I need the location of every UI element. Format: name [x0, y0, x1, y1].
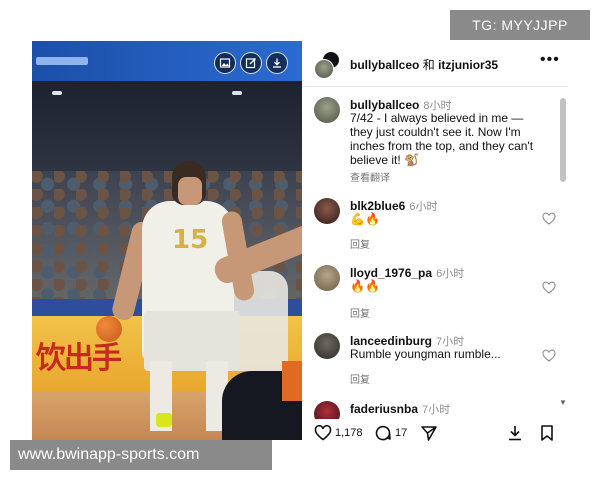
more-options-icon[interactable]: ••• — [540, 51, 560, 69]
player-face — [178, 177, 202, 205]
like-heart-icon[interactable] — [542, 212, 556, 226]
jersey-number: 15 — [172, 225, 209, 255]
watermark-top: TG: MYYJJPP — [450, 10, 590, 40]
author-username[interactable]: bullyballceo — [350, 58, 419, 72]
comment-button[interactable]: 17 — [374, 424, 407, 442]
comment-username-text[interactable]: blk2blue6 — [350, 199, 405, 213]
edit-icon[interactable] — [240, 52, 262, 74]
like-heart-icon[interactable] — [542, 349, 556, 363]
comment-text: 7/42 - I always believed in me — they ju… — [350, 111, 534, 167]
comment-text: Rumble youngman rumble... — [350, 347, 501, 361]
comments-panel: bullyballceo 和 itzjunior35 ••• bullyball… — [302, 41, 568, 440]
bookmark-icon — [541, 425, 553, 441]
share-button[interactable] — [420, 424, 441, 442]
comment-username-text[interactable]: faderiusnba — [350, 402, 418, 416]
coauthor-username[interactable]: itzjunior35 — [438, 58, 498, 72]
reply-link[interactable]: 回复 — [350, 371, 370, 386]
comment-username[interactable]: faderiusnba 7小时 — [350, 401, 450, 417]
reply-link[interactable]: 回复 — [350, 305, 370, 320]
download-button[interactable] — [506, 424, 527, 442]
like-count: 1,178 — [335, 427, 363, 439]
send-icon — [421, 426, 437, 441]
player-shoe — [156, 413, 172, 427]
post-header: bullyballceo 和 itzjunior35 ••• — [302, 41, 568, 87]
like-button[interactable]: 1,178 — [314, 424, 363, 442]
see-translation-link[interactable]: 查看翻译 — [350, 169, 390, 184]
author-connector: 和 — [422, 58, 435, 72]
post-authors[interactable]: bullyballceo 和 itzjunior35 — [350, 56, 498, 73]
watermark-bottom: www.bwinapp-sports.com — [10, 440, 272, 470]
download-icon[interactable] — [266, 52, 288, 74]
comment-username-text[interactable]: bullyballceo — [350, 98, 419, 112]
avatar[interactable] — [314, 198, 340, 224]
comment-text: 🔥🔥 — [350, 279, 380, 293]
avatar[interactable] — [314, 265, 340, 291]
comment-bubble-icon — [375, 425, 391, 441]
game-video-frame[interactable]: 饮出手 15 — [32, 41, 302, 440]
scroll-down-arrow-icon[interactable]: ▼ — [559, 398, 567, 407]
avatar[interactable] — [314, 401, 340, 419]
like-heart-icon[interactable] — [542, 281, 556, 295]
arena-light — [52, 91, 62, 95]
comment-username-text[interactable]: lanceedinburg — [350, 334, 432, 348]
save-button[interactable] — [538, 424, 559, 442]
reply-link[interactable]: 回复 — [350, 236, 370, 251]
arena-light — [232, 91, 242, 95]
comment-count: 17 — [395, 427, 408, 439]
comment-username-text[interactable]: lloyd_1976_pa — [350, 266, 432, 280]
comment-text: 💪🔥 — [350, 212, 380, 226]
screenshot-stage: { "watermarks": { "top": "TG: MYYJJPP", … — [0, 0, 600, 480]
download-icon — [509, 426, 521, 441]
basketball — [96, 316, 122, 342]
heart-icon — [314, 424, 332, 441]
comment-item: faderiusnba 7小时 — [314, 401, 544, 419]
avatar[interactable] — [314, 97, 340, 123]
avatar[interactable] — [314, 59, 334, 79]
defender-jersey-trim — [282, 361, 302, 401]
comment-time: 7小时 — [422, 404, 451, 416]
image-icon[interactable] — [214, 52, 236, 74]
avatar[interactable] — [314, 333, 340, 359]
post-action-bar: 1,178 17 — [302, 420, 568, 442]
arena-ceiling — [32, 81, 302, 171]
comments-scrollbar[interactable] — [560, 98, 566, 182]
